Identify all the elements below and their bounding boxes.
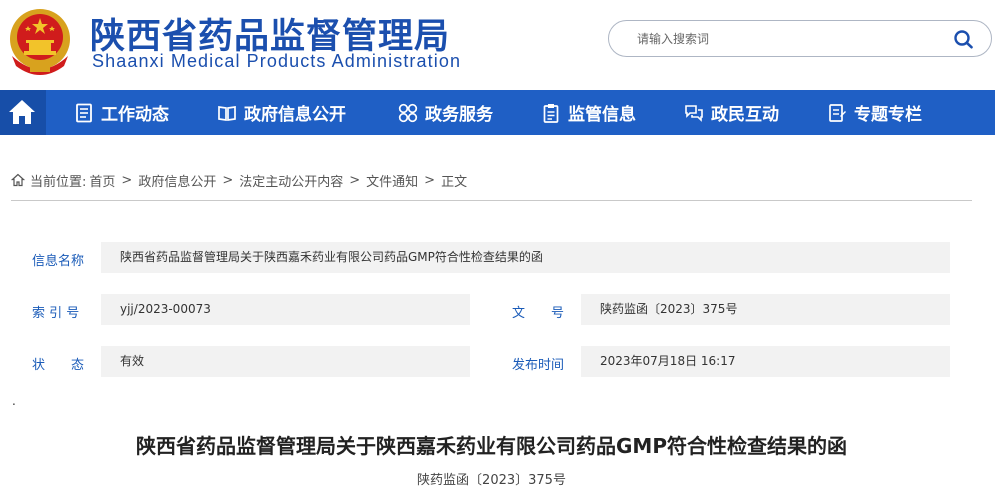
- info-status-label: 状 态: [32, 358, 85, 373]
- breadcrumb-link-home[interactable]: 首页: [89, 171, 115, 190]
- info-name-label: 信息名称: [32, 254, 85, 269]
- breadcrumb-separator: >: [222, 172, 234, 188]
- national-emblem-icon[interactable]: [4, 4, 76, 78]
- breadcrumb-current: 正文: [441, 174, 468, 190]
- info-docno-label: 文 号: [512, 306, 565, 321]
- nav-item-label: 政民互动: [711, 105, 779, 125]
- breadcrumb: 当前位置: 首页 > 政府信息公开 > 法定主动公开内容 > 文件通知 > 正文: [11, 171, 468, 190]
- info-index-label: 索 引 号: [32, 306, 80, 321]
- home-icon: [11, 173, 25, 187]
- search-input[interactable]: [637, 28, 937, 50]
- chat-bubbles-icon: [685, 104, 703, 122]
- search-box: [608, 20, 992, 57]
- article-doc-number: 陕药监函〔2023〕375号: [417, 473, 566, 488]
- info-date-label: 发布时间: [512, 358, 565, 373]
- info-name-value: 陕西省药品监督管理局关于陕西嘉禾药业有限公司药品GMP符合性检查结果的函: [101, 242, 950, 273]
- breadcrumb-separator: >: [121, 172, 133, 188]
- nav-item-label: 政府信息公开: [244, 105, 346, 125]
- article-title: 陕西省药品监督管理局关于陕西嘉禾药业有限公司药品GMP符合性检查结果的函: [136, 434, 847, 458]
- breadcrumb-link-notices[interactable]: 文件通知: [366, 171, 418, 190]
- clipboard-icon: [543, 103, 559, 123]
- open-book-icon: [218, 105, 236, 121]
- stray-dot: .: [12, 394, 16, 408]
- info-docno-value: 陕药监函〔2023〕375号: [581, 294, 950, 325]
- nav-item-label: 工作动态: [101, 105, 169, 125]
- nav-item-work-news[interactable]: 工作动态: [74, 90, 169, 135]
- breadcrumb-link-mandatory-disclosure[interactable]: 法定主动公开内容: [239, 171, 343, 190]
- document-list-icon: [76, 103, 92, 122]
- nav-item-label: 专题专栏: [854, 105, 922, 125]
- nav-item-interaction[interactable]: 政民互动: [684, 90, 779, 135]
- search-icon[interactable]: [953, 29, 975, 49]
- main-nav: 工作动态 政府信息公开 政务服务 监管信息 政民互动 专题专栏: [0, 90, 995, 135]
- info-status-value: 有效: [101, 346, 470, 377]
- home-icon: [9, 100, 35, 124]
- nav-item-special-topics[interactable]: 专题专栏: [827, 90, 922, 135]
- site-subtitle: Shaanxi Medical Products Administration: [92, 51, 462, 71]
- breadcrumb-link-gov-info[interactable]: 政府信息公开: [138, 171, 216, 190]
- nav-item-supervision[interactable]: 监管信息: [541, 90, 636, 135]
- nav-item-gov-services[interactable]: 政务服务: [398, 90, 493, 135]
- breadcrumb-separator: >: [424, 172, 436, 188]
- breadcrumb-prefix: 当前位置:: [30, 174, 87, 190]
- special-topic-icon: [829, 103, 846, 122]
- site-header: 陕西省药品监督管理局 Shaanxi Medical Products Admi…: [0, 0, 995, 90]
- nav-item-label: 政务服务: [425, 105, 493, 125]
- nav-item-gov-info[interactable]: 政府信息公开: [217, 90, 346, 135]
- nav-home-button[interactable]: [0, 90, 46, 135]
- info-date-value: 2023年07月18日 16:17: [581, 346, 950, 377]
- breadcrumb-separator: >: [349, 172, 361, 188]
- breadcrumb-divider: [11, 200, 972, 201]
- services-grid-icon: [398, 103, 418, 122]
- info-index-value: yjj/2023-00073: [101, 294, 470, 325]
- nav-item-label: 监管信息: [568, 105, 636, 125]
